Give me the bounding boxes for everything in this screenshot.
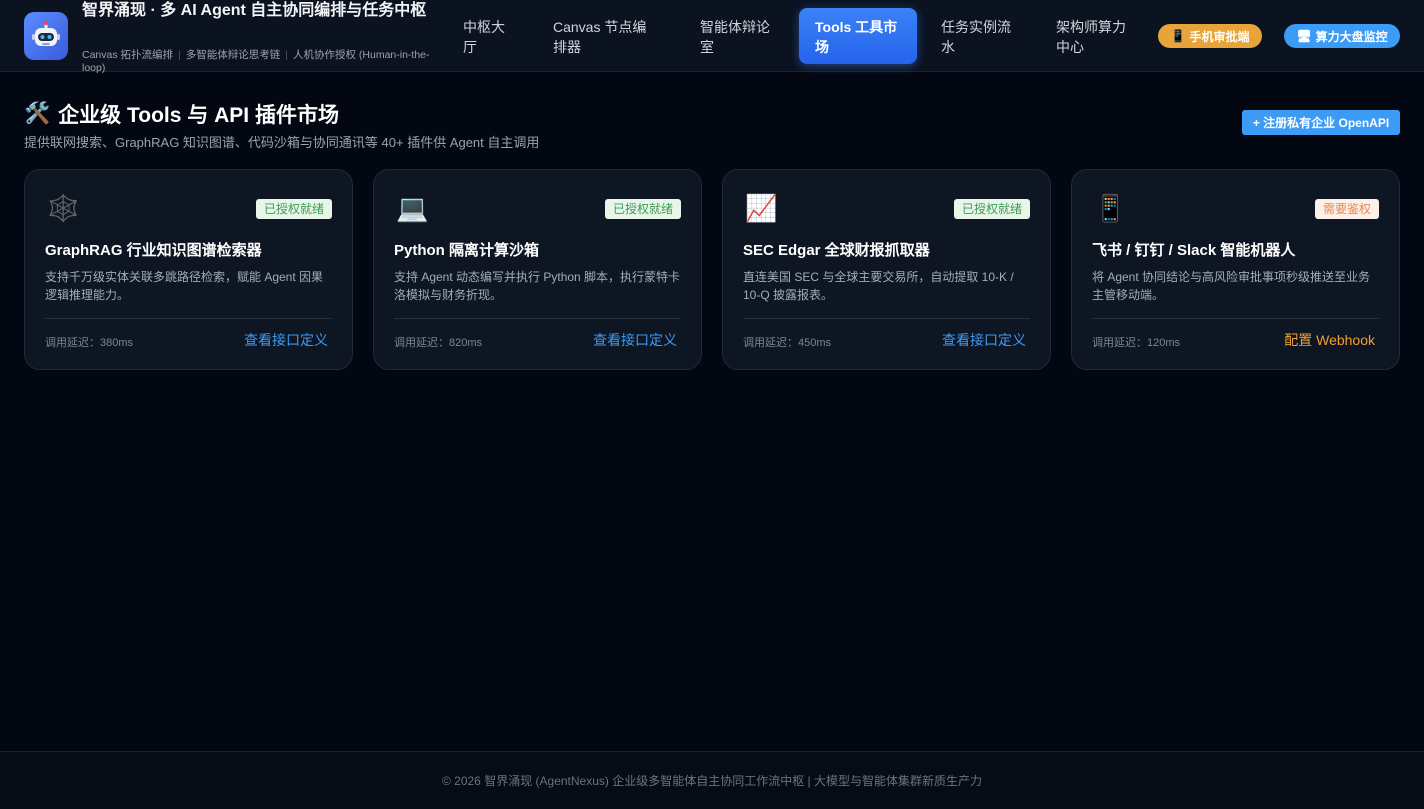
mobile-review-label: 手机审批端 <box>1189 29 1250 44</box>
page-subtitle: 提供联网搜索、GraphRAG 知识图谱、代码沙箱与协同通讯等 40+ 插件供 … <box>24 135 540 150</box>
tool-card-description: 支持 Agent 动态编写并执行 Python 脚本，执行蒙特卡洛模拟与财务折现… <box>394 270 681 302</box>
view-api-definition-link[interactable]: 查看接口定义 <box>593 330 677 350</box>
page-title-text: 企业级 Tools 与 API 插件市场 <box>58 104 339 127</box>
latency-label: 调用延迟：450ms <box>743 337 832 349</box>
nav-item-debate-room[interactable]: 智能体辩论室 <box>684 8 792 64</box>
tool-card-title: GraphRAG 行业知识图谱检索器 <box>45 242 262 259</box>
page-footer: © 2026 智界涌现 (AgentNexus) 企业级多智能体自主协同工作流中… <box>0 751 1424 809</box>
configure-webhook-link[interactable]: 配置 Webhook <box>1284 330 1375 350</box>
spider-web-icon: 🕸️ <box>47 193 80 223</box>
robot-logo-icon[interactable] <box>24 12 68 60</box>
subtitle-separator: | <box>285 49 288 61</box>
view-api-definition-link[interactable]: 查看接口定义 <box>942 330 1026 350</box>
compute-monitor-label: 算力大盘监控 <box>1315 29 1388 44</box>
card-divider <box>394 318 681 319</box>
register-openapi-button[interactable]: + 注册私有企业 OpenAPI <box>1242 110 1400 135</box>
subtitle-separator: | <box>178 49 181 61</box>
top-navigation-bar: 智界涌现 · 多 AI Agent 自主协同编排与任务中枢 Canvas 拓扑流… <box>0 0 1424 75</box>
laptop-icon: 💻 <box>396 193 429 223</box>
footer-text: © 2026 智界涌现 (AgentNexus) 企业级多智能体自主协同工作流中… <box>441 774 983 788</box>
subtitle-item: 多智能体辩论思考链 <box>185 49 281 61</box>
tool-card-title: 飞书 / 钉钉 / Slack 智能机器人 <box>1092 242 1296 259</box>
nav-item-canvas-orchestrator[interactable]: Canvas 节点编排器 <box>537 8 675 64</box>
tool-card-description: 直连美国 SEC 与全球主要交易所，自动提取 10-K / 10-Q 披露报表。 <box>743 270 1014 302</box>
nav-item-hub-hall[interactable]: 中枢大厅 <box>447 8 527 64</box>
card-divider <box>45 318 332 319</box>
card-divider <box>743 318 1030 319</box>
status-badge: 需要鉴权 <box>1314 199 1379 219</box>
tool-card-description: 将 Agent 协同结论与高风险审批事项秒级推送至业务主管移动端。 <box>1092 270 1371 302</box>
latency-label: 调用延迟：820ms <box>394 337 483 349</box>
page-title: 🛠️ 企业级 Tools 与 API 插件市场 <box>24 99 339 129</box>
app-title: 智界涌现 · 多 AI Agent 自主协同编排与任务中枢 <box>82 2 427 19</box>
tool-card-description: 支持千万级实体关联多跳路径检索，赋能 Agent 因果逻辑推理能力。 <box>45 270 324 302</box>
tool-card-title: Python 隔离计算沙箱 <box>394 242 539 259</box>
latency-label: 调用延迟：120ms <box>1092 337 1181 349</box>
tool-card-chat-bot: 📱 需要鉴权 飞书 / 钉钉 / Slack 智能机器人 将 Agent 协同结… <box>1071 169 1400 370</box>
monitor-icon: 🖥 <box>1296 29 1312 43</box>
nav-item-tools-market[interactable]: Tools 工具市场 <box>799 8 917 64</box>
phone-icon: 📱 <box>1094 193 1127 223</box>
phone-icon: 📱 <box>1170 29 1186 43</box>
nav-item-task-instances[interactable]: 任务实例流水 <box>925 8 1033 64</box>
subtitle-item: Canvas 拓扑流编排 <box>82 49 174 61</box>
tool-card-sec-edgar: 📈 已授权就绪 SEC Edgar 全球财报抓取器 直连美国 SEC 与全球主要… <box>722 169 1051 370</box>
status-badge: 已授权就绪 <box>953 199 1030 219</box>
tool-card-graphrag: 🕸️ 已授权就绪 GraphRAG 行业知识图谱检索器 支持千万级实体关联多跳路… <box>24 169 353 370</box>
tools-icon: 🛠️ <box>24 102 51 125</box>
mobile-review-button[interactable]: 📱 手机审批端 <box>1158 24 1262 48</box>
chart-up-icon: 📈 <box>745 193 778 223</box>
status-badge: 已授权就绪 <box>604 199 681 219</box>
tool-card-python-sandbox: 💻 已授权就绪 Python 隔离计算沙箱 支持 Agent 动态编写并执行 P… <box>373 169 702 370</box>
tool-card-title: SEC Edgar 全球财报抓取器 <box>743 242 930 259</box>
app-subtitle: Canvas 拓扑流编排 | 多智能体辩论思考链 | 人机协作授权 (Human-in-… <box>82 49 442 75</box>
nav-item-compute-center[interactable]: 架构师算力中心 <box>1040 8 1154 64</box>
compute-monitor-button[interactable]: 🖥 算力大盘监控 <box>1284 24 1400 48</box>
latency-label: 调用延迟：380ms <box>45 337 134 349</box>
card-divider <box>1092 318 1379 319</box>
status-badge: 已授权就绪 <box>255 199 332 219</box>
view-api-definition-link[interactable]: 查看接口定义 <box>244 330 328 350</box>
